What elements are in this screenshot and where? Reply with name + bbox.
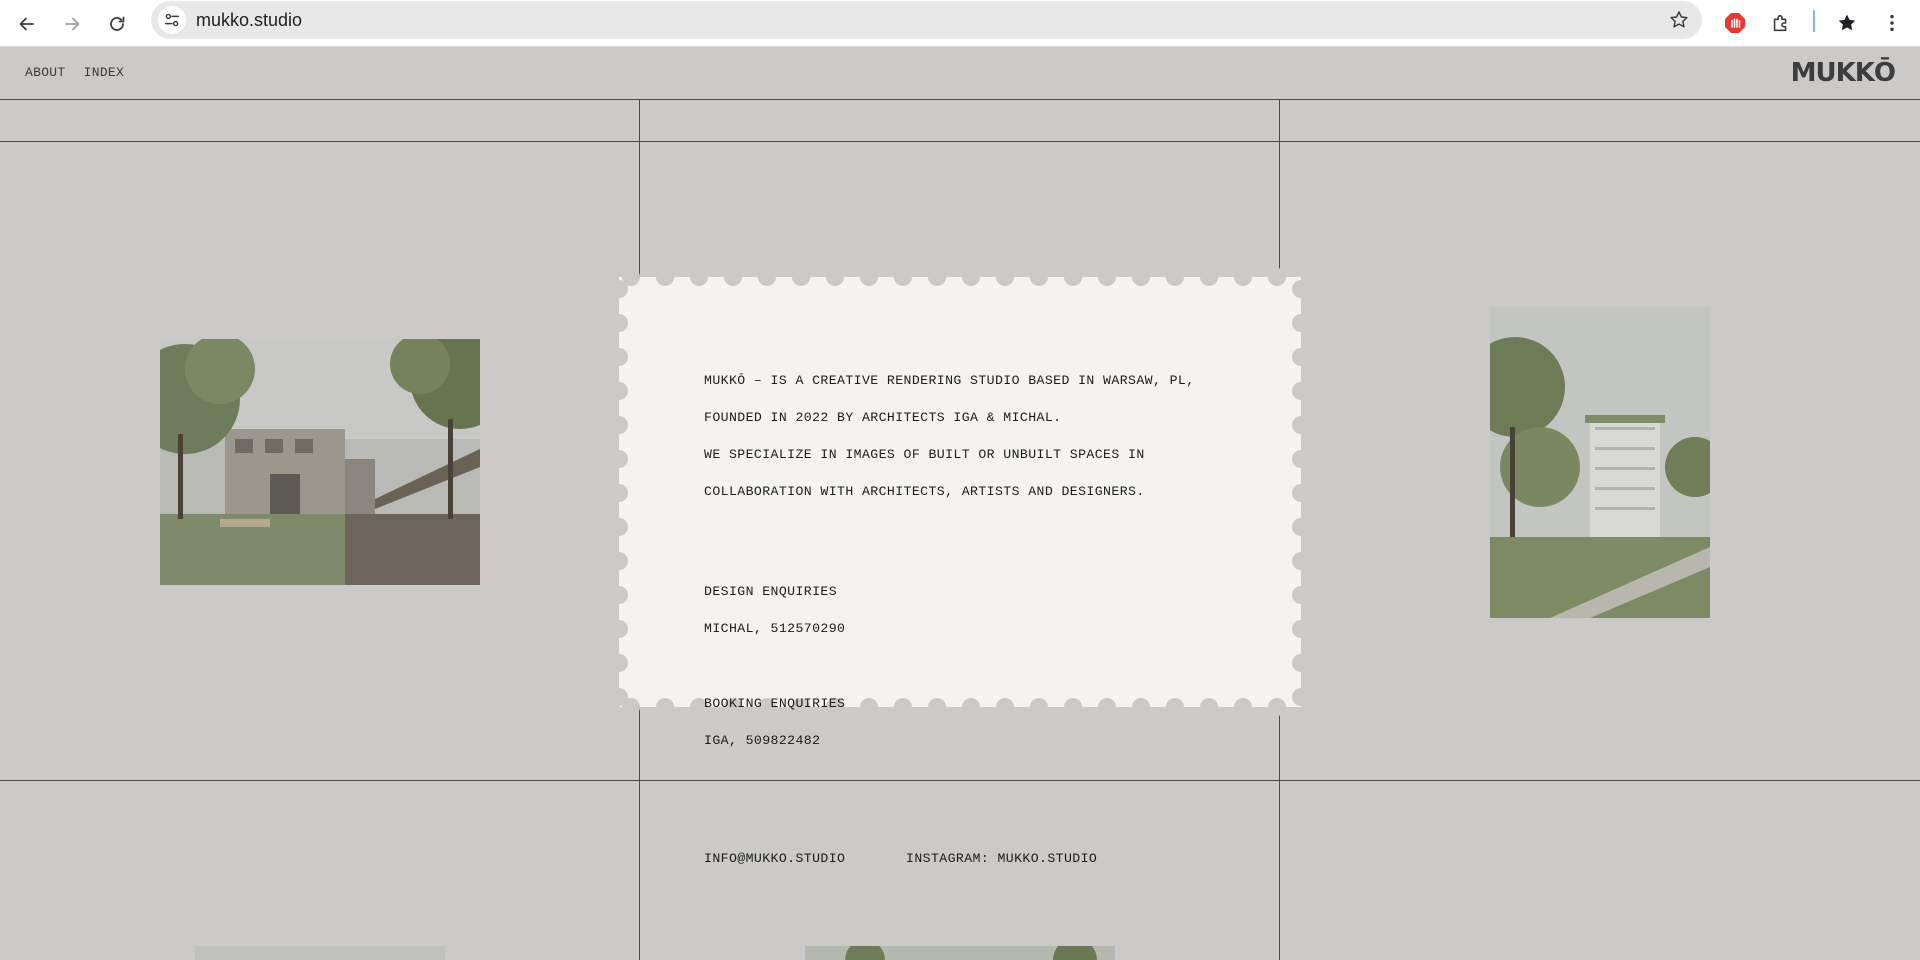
email-link[interactable]: INFO@MUKKO.STUDIO <box>704 850 906 869</box>
reload-icon <box>110 16 125 31</box>
grid-line-h2 <box>0 141 1920 142</box>
project-image-partial-left[interactable] <box>195 946 445 960</box>
adblock-extension-button[interactable] <box>1720 8 1750 38</box>
booking-enquiries-title: BOOKING ENQUIRIES <box>704 695 846 711</box>
forward-arrow-icon <box>65 17 80 31</box>
tune-icon <box>164 13 180 27</box>
reload-button[interactable] <box>101 8 133 40</box>
stop-hand-icon <box>1725 13 1745 33</box>
design-enquiries-contact[interactable]: MICHAL, 512570290 <box>704 620 1264 639</box>
url-text[interactable]: mukko.studio <box>196 1 302 39</box>
studio-logo[interactable]: MUKKŌ <box>1791 58 1896 88</box>
design-enquiries-title: DESIGN ENQUIRIES <box>704 583 838 599</box>
bookmarks-button[interactable] <box>1832 8 1862 38</box>
render-image <box>160 339 480 585</box>
about-stamp-card: MUKKŌ – IS A CREATIVE RENDERING STUDIO B… <box>610 268 1310 866</box>
kebab-menu-icon <box>1890 14 1894 32</box>
bookmark-star-button[interactable] <box>1666 7 1692 33</box>
intro-line: MUKKŌ – IS A CREATIVE RENDERING STUDIO B… <box>704 372 1195 388</box>
back-button[interactable] <box>11 8 43 40</box>
project-image-building[interactable] <box>1490 307 1710 618</box>
intro-line: FOUNDED IN 2022 BY ARCHITECTS IGA & MICH… <box>704 409 1062 425</box>
render-image <box>195 946 445 960</box>
toolbar-divider <box>1813 10 1815 32</box>
intro-line: COLLABORATION WITH ARCHITECTS, ARTISTS A… <box>704 484 1145 500</box>
grid-line-h1 <box>0 99 1920 100</box>
nav-index-link[interactable]: INDEX <box>84 65 125 80</box>
star-filled-icon <box>1838 14 1856 31</box>
back-arrow-icon <box>19 17 34 31</box>
intro-line: WE SPECIALIZE IN IMAGES OF BUILT OR UNBU… <box>704 446 1145 462</box>
browser-menu-button[interactable] <box>1877 8 1907 38</box>
page-content: ABOUT INDEX MUKKŌ MUKKŌ – IS A CREATIVE … <box>0 47 1920 960</box>
instagram-link[interactable]: INSTAGRAM: MUKKO.STUDIO <box>906 850 1097 869</box>
browser-toolbar: mukko.studio <box>0 0 1920 47</box>
nav-about-link[interactable]: ABOUT <box>25 65 66 80</box>
contact-links: INFO@MUKKO.STUDIO INSTAGRAM: MUKKO.STUDIO <box>704 832 1264 869</box>
project-image-partial-center[interactable] <box>805 946 1115 960</box>
render-image <box>805 946 1115 960</box>
extensions-button[interactable] <box>1766 8 1796 38</box>
address-bar[interactable]: mukko.studio <box>151 1 1702 39</box>
project-image-courtyard[interactable] <box>160 339 480 585</box>
booking-enquiries-contact[interactable]: IGA, 509822482 <box>704 732 1264 751</box>
star-outline-icon <box>1670 11 1688 28</box>
render-image <box>1490 307 1710 618</box>
forward-button[interactable] <box>56 8 88 40</box>
about-text-block: MUKKŌ – IS A CREATIVE RENDERING STUDIO B… <box>704 353 1264 888</box>
site-nav: ABOUT INDEX <box>25 65 134 80</box>
site-info-button[interactable] <box>158 6 186 34</box>
puzzle-icon <box>1773 14 1787 32</box>
